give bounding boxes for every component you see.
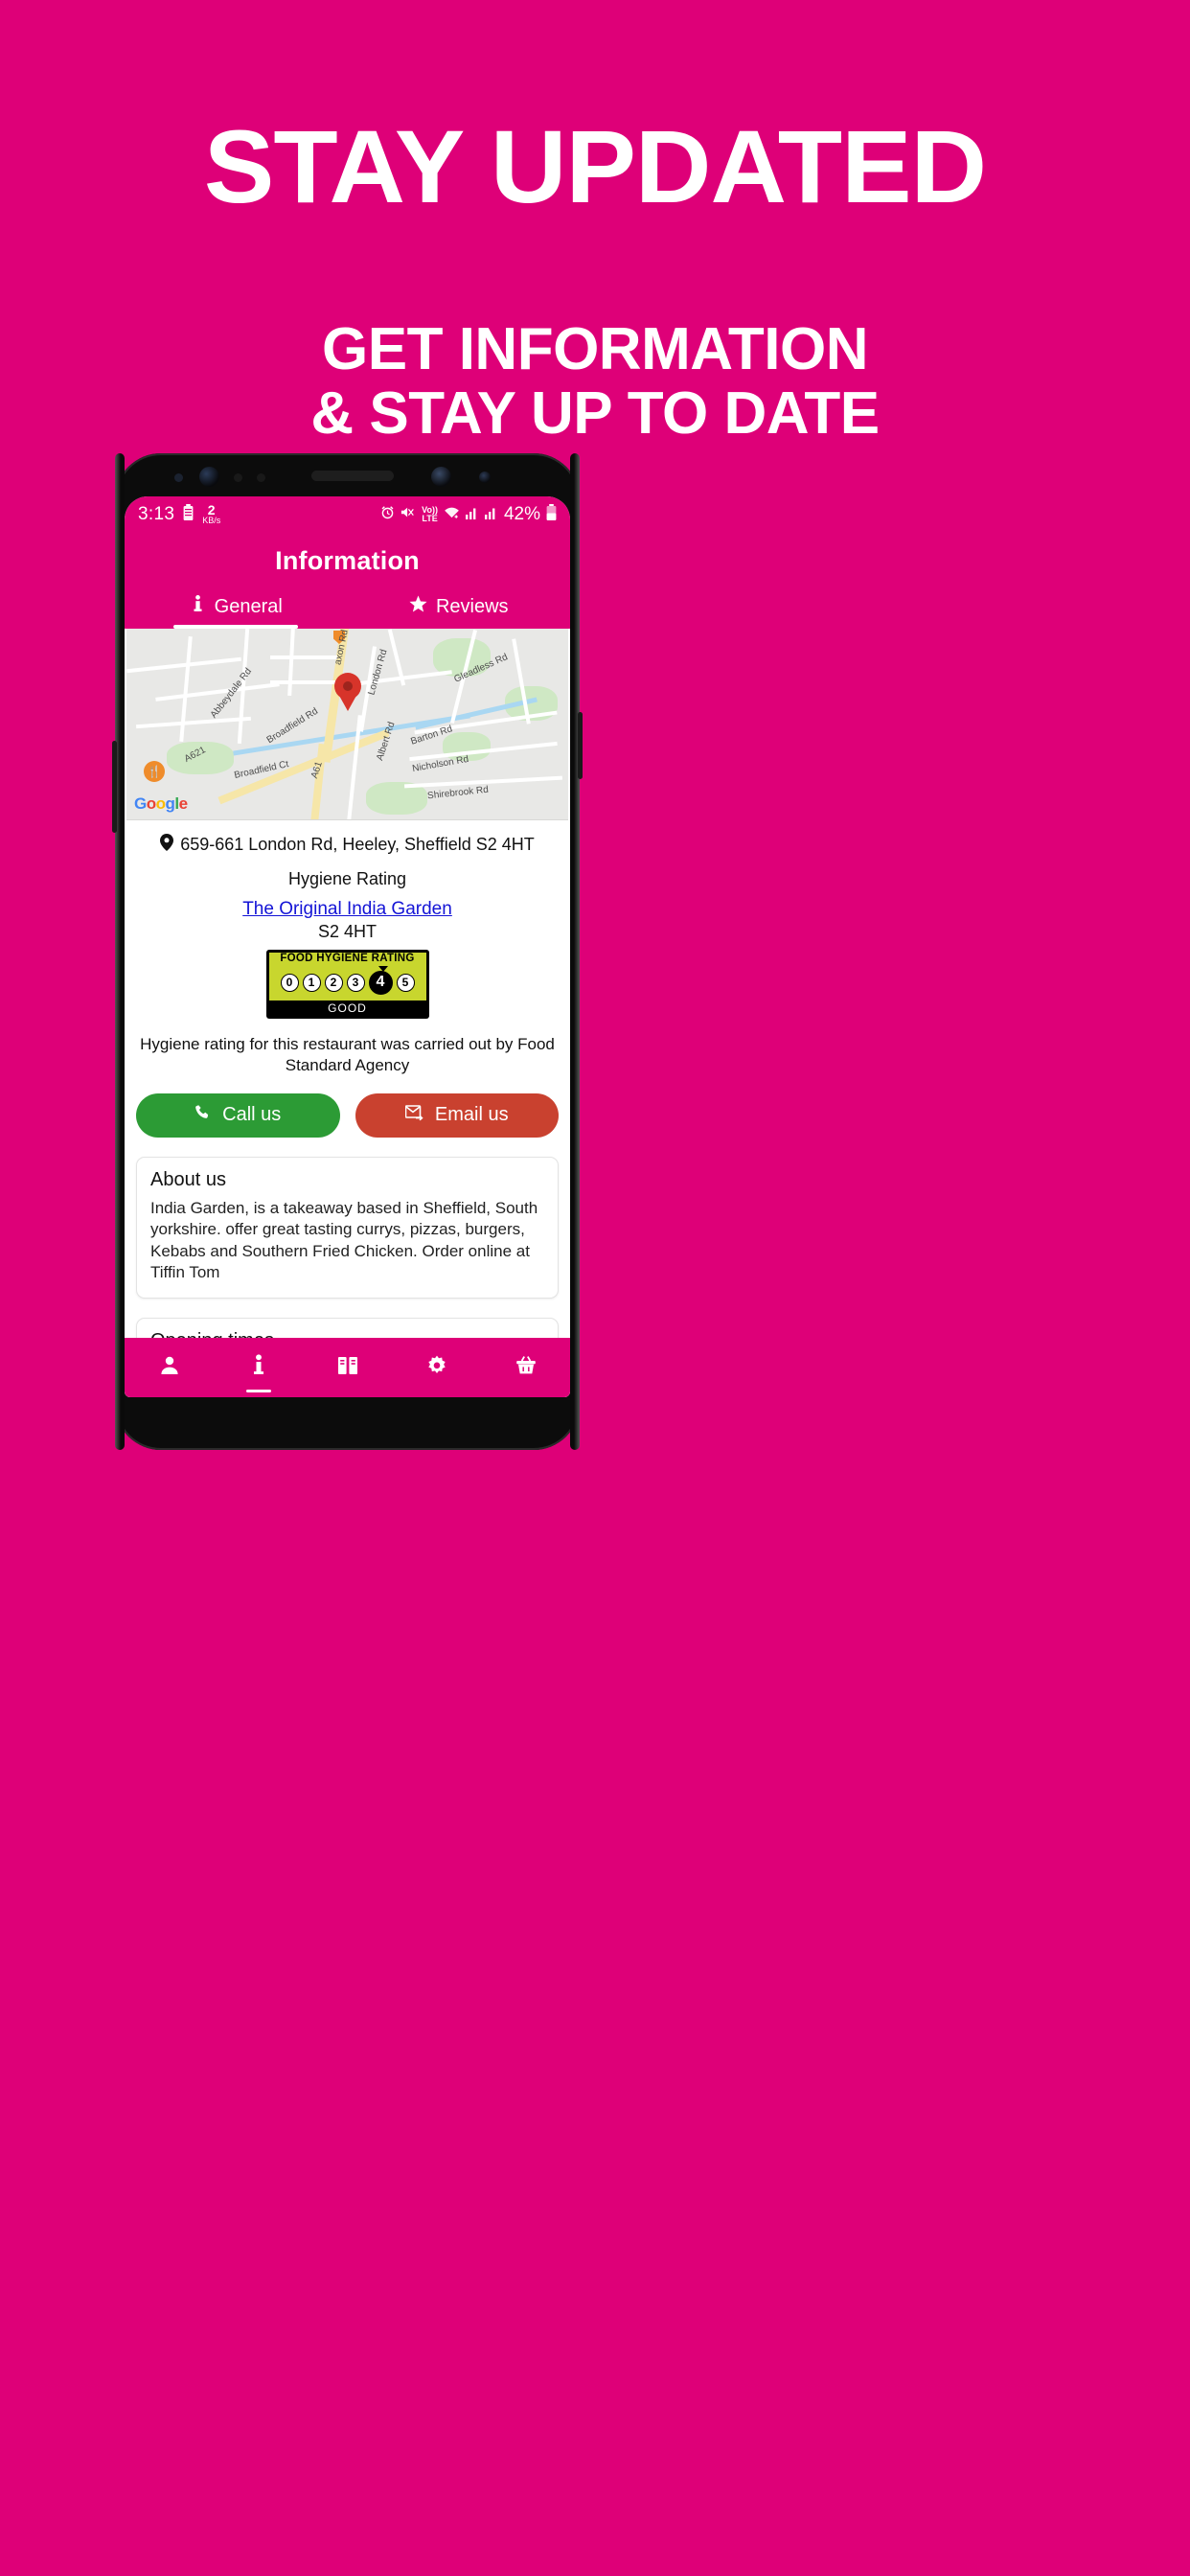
promo-subtitle: GET INFORMATION & STAY UP TO DATE [0, 218, 1190, 447]
map-road [270, 656, 337, 659]
promo-title: STAY UPDATED [203, 108, 987, 224]
fhr-header: FOOD HYGIENE RATING [268, 953, 426, 966]
fhr-score-2: 2 [324, 973, 343, 992]
tab-general[interactable]: General [125, 595, 348, 629]
phone-edge-left [115, 453, 125, 1450]
info-icon [190, 595, 206, 619]
phone-icon [195, 1104, 212, 1127]
signal-bars-icon [484, 505, 498, 524]
page-title: Information [275, 546, 420, 575]
promo-subtitle-line-2: & STAY UP TO DATE [310, 380, 880, 447]
info-icon [247, 1353, 270, 1382]
email-us-button[interactable]: Email us [355, 1092, 559, 1138]
map-road [270, 680, 337, 684]
location-pin-marker[interactable] [333, 673, 361, 711]
map-road [155, 682, 280, 702]
fhr-scale: 0 1 2 3 4 5 [268, 965, 426, 1000]
volte-line-2: LTE [422, 514, 438, 523]
contact-actions: Call us Email us [125, 1076, 570, 1138]
phone-top-sensors [115, 453, 580, 496]
mute-vibrate-icon [400, 505, 416, 524]
map-label: Albert Rd [375, 720, 398, 763]
tab-general-label: General [214, 596, 283, 617]
nav-item-information[interactable] [245, 1353, 271, 1392]
tab-bar: General Reviews [125, 595, 570, 629]
sensor-icon [234, 473, 242, 482]
phone-edge-right [570, 453, 580, 1450]
app-bar-wrapper: Information General Reviews [125, 533, 570, 629]
star-icon [409, 595, 427, 619]
fhr-score-5: 5 [396, 973, 415, 992]
menu-book-icon [336, 1354, 359, 1382]
phone-mockup: 3:13 2 KB/s Vo)) LTE 42% Information Gen… [112, 453, 583, 1450]
phone-screen: 3:13 2 KB/s Vo)) LTE 42% Information Gen… [125, 496, 570, 1397]
map-label: Shirebrook Rd [426, 784, 490, 802]
front-camera-icon [199, 467, 219, 487]
tab-reviews-label: Reviews [435, 596, 509, 617]
nav-item-basket[interactable] [515, 1354, 538, 1382]
nav-active-indicator [245, 1389, 271, 1392]
iris-scanner-icon [431, 467, 451, 487]
person-icon [158, 1354, 181, 1382]
hygiene-rating-heading: Hygiene Rating [287, 869, 407, 888]
map-road [179, 636, 193, 742]
bottom-navigation-bar [125, 1338, 570, 1397]
promo-block: STAY UPDATED GET INFORMATION & STAY UP T… [0, 0, 1190, 447]
address-row: 659-661 London Rd, Heeley, Sheffield S2 … [125, 820, 570, 856]
promo-subtitle-line-1: GET INFORMATION [322, 316, 868, 382]
address-text: 659-661 London Rd, Heeley, Sheffield S2 … [180, 835, 535, 854]
battery-level-icon [546, 503, 557, 526]
volume-button[interactable] [112, 741, 117, 833]
battery-icon [183, 503, 194, 526]
status-bar: 3:13 2 KB/s Vo)) LTE 42% [125, 496, 570, 533]
app-bar: Information General Reviews [125, 533, 570, 629]
map-road-main [309, 743, 327, 819]
power-button[interactable] [578, 712, 583, 779]
wifi-icon [444, 505, 460, 524]
sensor-icon [479, 472, 491, 483]
email-us-label: Email us [434, 1104, 509, 1126]
about-us-card: About us India Garden, is a takeaway bas… [136, 1156, 559, 1299]
call-us-button[interactable]: Call us [136, 1092, 340, 1138]
tab-reviews[interactable]: Reviews [348, 595, 571, 629]
hygiene-postcode: S2 4HT [317, 922, 378, 941]
call-us-label: Call us [222, 1104, 282, 1126]
gear-icon [425, 1354, 448, 1382]
status-clock: 3:13 [138, 504, 175, 524]
hygiene-business-link[interactable]: The Original India Garden [125, 889, 570, 920]
battery-percent: 42% [503, 504, 540, 524]
fhr-score-selected: 4 [368, 970, 393, 995]
fhr-score-1: 1 [302, 973, 321, 992]
restaurant-poi-icon[interactable]: 🍴 [144, 761, 165, 782]
fhr-score-0: 0 [280, 973, 299, 992]
nav-item-settings[interactable] [425, 1354, 448, 1382]
google-watermark: Google [134, 794, 188, 813]
location-pin-icon [160, 834, 174, 856]
nav-item-menu[interactable] [336, 1354, 359, 1382]
about-us-body: India Garden, is a takeaway based in She… [150, 1198, 538, 1282]
sensor-icon [174, 473, 183, 482]
earpiece-speaker [311, 471, 394, 481]
data-rate-indicator: 2 KB/s [202, 502, 221, 526]
alarm-icon [380, 505, 395, 524]
sensor-icon [257, 473, 265, 482]
fhr-score-3: 3 [346, 973, 365, 992]
map-road [126, 656, 241, 674]
data-rate-value: 2 [207, 502, 216, 518]
signal-bars-icon [465, 505, 479, 524]
map-road [136, 716, 251, 729]
about-us-title: About us [150, 1168, 226, 1190]
fhr-pointer-icon [378, 965, 388, 972]
volte-icon: Vo)) LTE [422, 506, 438, 522]
map-view[interactable]: 🍴 Abbeydale Rd Broadfield Rd A621 Broadf… [126, 629, 568, 820]
map-road [287, 629, 295, 697]
food-hygiene-rating-badge[interactable]: FOOD HYGIENE RATING 0 1 2 3 4 5 GOOD [265, 950, 429, 1019]
nav-item-account[interactable] [158, 1354, 181, 1382]
basket-icon [515, 1354, 538, 1382]
fhr-verdict: GOOD [268, 1000, 426, 1017]
general-tab-content: 659-661 London Rd, Heeley, Sheffield S2 … [125, 820, 570, 1397]
data-rate-unit: KB/s [202, 516, 221, 526]
email-icon [404, 1104, 424, 1127]
hygiene-note: Hygiene rating for this restaurant was c… [140, 1034, 555, 1074]
